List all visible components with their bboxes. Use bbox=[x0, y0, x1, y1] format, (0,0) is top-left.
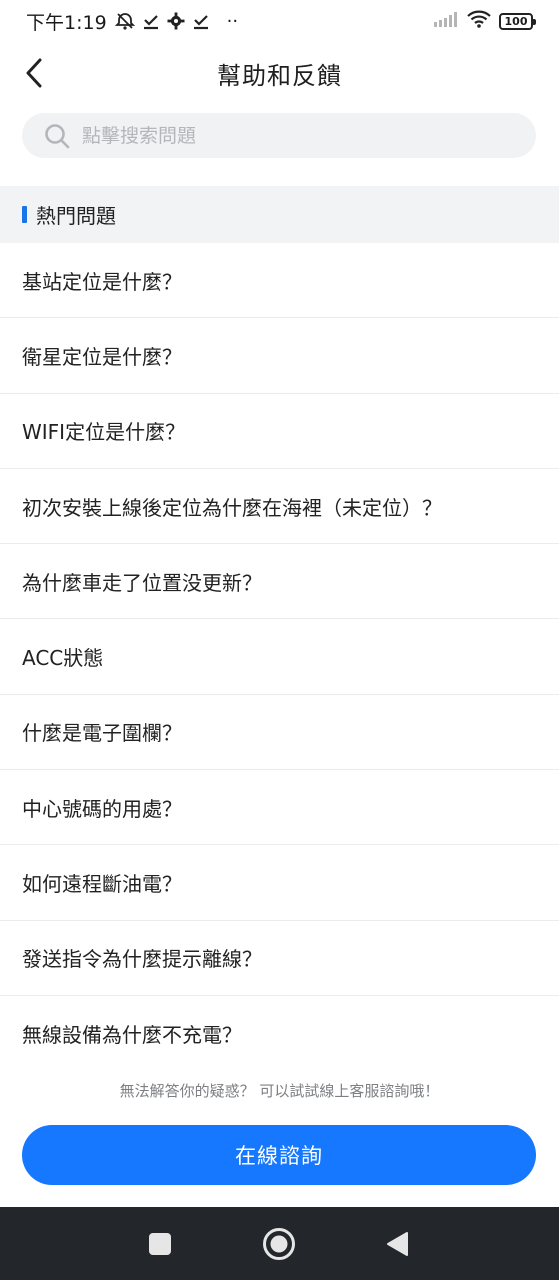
hot-questions-header: 熱門問題 bbox=[0, 186, 559, 243]
search-bar[interactable] bbox=[22, 113, 536, 158]
chevron-left-icon bbox=[26, 58, 42, 88]
faq-item[interactable]: 基站定位是什麼？ bbox=[0, 243, 559, 319]
faq-item[interactable]: 初次安裝上線後定位為什麼在海裡（未定位）？ bbox=[0, 469, 559, 545]
search-icon bbox=[45, 123, 70, 148]
faq-item[interactable]: 為什麼車走了位置没更新？ bbox=[0, 544, 559, 620]
nav-recent-button[interactable] bbox=[140, 1224, 180, 1264]
back-button[interactable] bbox=[16, 54, 52, 92]
battery-icon: 100 bbox=[499, 12, 536, 30]
page-title: 幫助和反饋 bbox=[217, 61, 342, 90]
help-feedback-screen: 下午1:19 ·· 100 幫助和反饋 點擊搜索問題 熱門問題 基站定位是什麼？… bbox=[0, 0, 559, 1280]
battery-level: 100 bbox=[504, 14, 528, 28]
faq-item[interactable]: 發送指令為什麼提示離線？ bbox=[0, 921, 559, 996]
gear-icon bbox=[167, 12, 185, 30]
wifi-icon bbox=[467, 10, 491, 33]
status-right: 100 bbox=[433, 10, 536, 33]
status-time: 下午1:19 bbox=[26, 11, 107, 34]
status-left: 下午1:19 ·· bbox=[26, 8, 238, 35]
circle-icon bbox=[262, 1227, 295, 1260]
square-icon bbox=[149, 1232, 171, 1255]
signal-icon bbox=[433, 10, 459, 32]
app-header: 幫助和反饋 bbox=[0, 42, 559, 104]
faq-item[interactable]: 中心號碼的用處？ bbox=[0, 770, 559, 846]
download-done-icon bbox=[193, 12, 209, 30]
faq-item[interactable]: 衛星定位是什麼？ bbox=[0, 318, 559, 394]
faq-item[interactable]: 無線設備為什麼不充電？ bbox=[0, 996, 559, 1071]
alarm-off-icon bbox=[114, 11, 135, 31]
download-done-icon bbox=[143, 12, 159, 30]
more-dots: ·· bbox=[226, 10, 239, 32]
search-input[interactable] bbox=[82, 124, 482, 147]
faq-list: 基站定位是什麼？ 衛星定位是什麼？ WIFI定位是什麼？ 初次安裝上線後定位為什… bbox=[0, 243, 559, 1071]
status-bar: 下午1:19 ·· 100 bbox=[0, 0, 559, 42]
support-hint: 無法解答你的疑惑？ 可以試試線上客服諮詢哦！ bbox=[119, 1082, 440, 1100]
online-consult-button[interactable]: 在線諮詢 bbox=[22, 1125, 536, 1185]
triangle-left-icon bbox=[387, 1231, 408, 1256]
faq-item[interactable]: ACC狀態 bbox=[0, 619, 559, 695]
faq-item[interactable]: 如何遠程斷油電？ bbox=[0, 845, 559, 921]
nav-back-button[interactable] bbox=[377, 1224, 417, 1264]
section-accent-bar bbox=[22, 206, 27, 223]
faq-item[interactable]: WIFI定位是什麼？ bbox=[0, 394, 559, 469]
section-title: 熱門問題 bbox=[36, 204, 116, 228]
system-nav-bar bbox=[0, 1207, 559, 1280]
faq-item[interactable]: 什麼是電子圍欄？ bbox=[0, 695, 559, 771]
nav-home-button[interactable] bbox=[259, 1224, 299, 1264]
